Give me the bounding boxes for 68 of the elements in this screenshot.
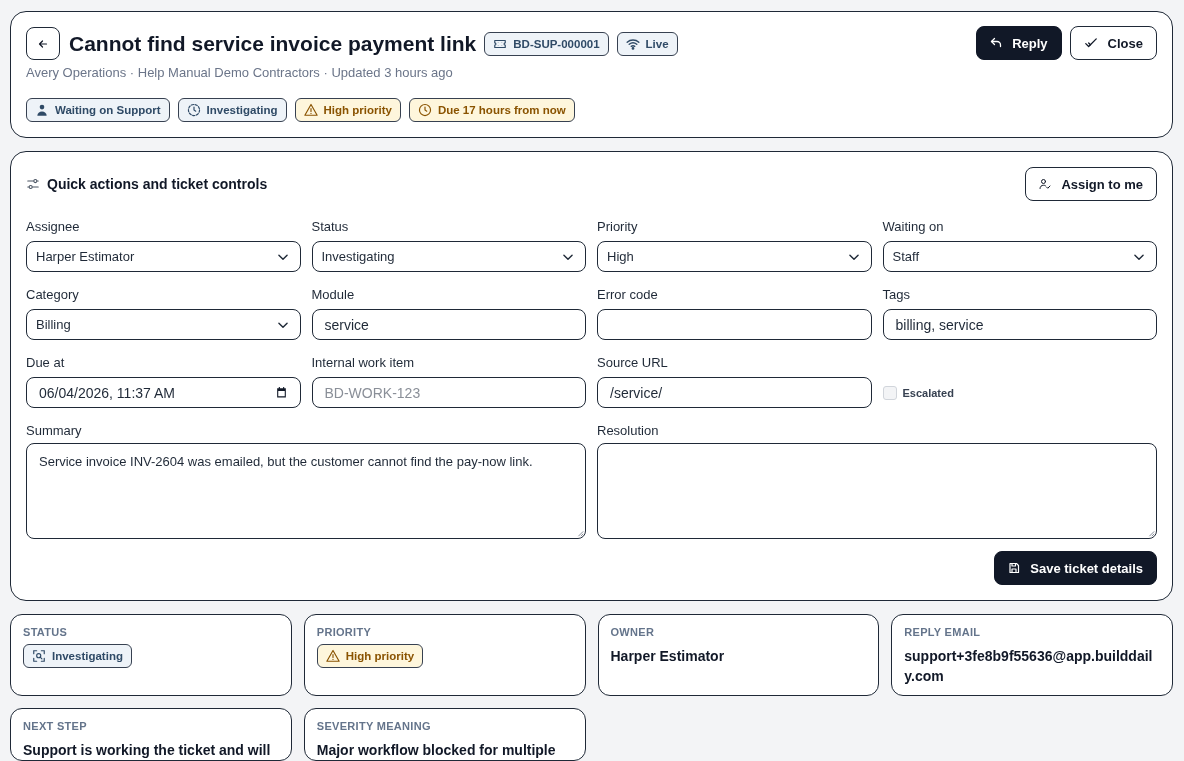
dropdown-field[interactable]: Billing xyxy=(26,309,301,340)
summary-value: Harper Estimator xyxy=(610,647,725,666)
check-icon xyxy=(1083,36,1098,50)
field-label: Assignee xyxy=(26,218,81,236)
summary-label: REPLY EMAIL xyxy=(904,626,981,638)
wifi-icon xyxy=(625,36,640,51)
resize-grip-icon xyxy=(1147,529,1155,537)
summary-label: OWNER xyxy=(610,626,655,638)
reply-arrow-icon xyxy=(990,37,1003,49)
dropdown-field[interactable]: Staff xyxy=(882,241,1157,272)
reply-button[interactable]: Reply xyxy=(976,26,1062,60)
dropdown-field[interactable]: Investigating xyxy=(311,241,586,272)
field-label: Module xyxy=(311,286,356,304)
summary-label: STATUS xyxy=(23,626,68,638)
field-label: Resolution xyxy=(597,422,660,440)
sliders-icon xyxy=(26,177,40,191)
text-field[interactable]: billing, service xyxy=(882,309,1157,340)
field-label: Due at xyxy=(26,354,66,372)
clock-icon xyxy=(417,103,432,117)
tag-text: High priority xyxy=(345,650,415,662)
user-check-icon xyxy=(1039,178,1052,190)
warning-icon xyxy=(303,103,318,117)
back-arrow-icon xyxy=(37,37,49,50)
ticket-title: Cannot find service invoice payment link xyxy=(69,31,477,56)
field-label: Status xyxy=(311,218,350,236)
summary-value: support+3fe8b9f55636@app.builddaily.com xyxy=(904,647,1154,686)
scan-search-icon xyxy=(32,649,46,663)
text-field[interactable]: service xyxy=(311,309,586,340)
ticket-id-text: BD-SUP-000001 xyxy=(513,37,600,50)
close-button[interactable]: Close xyxy=(1069,26,1157,60)
text-area-field[interactable]: Service invoice INV-2604 was emailed, but the customer cannot find the pay-now link. xyxy=(26,443,586,539)
field-label: Source URL xyxy=(597,354,669,372)
assign-to-me-button[interactable]: Assign to me xyxy=(1025,167,1157,201)
checkbox-label: Escalated xyxy=(902,386,954,399)
text-field[interactable] xyxy=(597,309,872,340)
field-label: Error code xyxy=(597,286,659,304)
summary-label: PRIORITY xyxy=(316,626,372,638)
field-label: Waiting on xyxy=(882,218,945,236)
tag-text: High priority xyxy=(323,104,392,116)
summary-label: SEVERITY MEANING xyxy=(316,720,431,732)
text-area-field[interactable] xyxy=(597,443,1157,539)
tag-text: Investigating xyxy=(206,104,278,116)
panel-title: Quick actions and ticket controls xyxy=(47,176,268,192)
person-icon xyxy=(35,103,49,117)
ticket-subtitle: Avery Operations · Help Manual Demo Contractors · Updated 3 hours ago xyxy=(26,65,454,80)
dashed-clock-icon xyxy=(186,103,201,117)
warning-icon xyxy=(325,649,340,663)
text-field[interactable]: /service/ xyxy=(597,377,872,408)
tag-text: Due 17 hours from now xyxy=(437,104,566,116)
summary-value: Major workflow blocked for multiple xyxy=(316,741,556,760)
field-label: Internal work item xyxy=(311,354,416,372)
field-label: Tags xyxy=(882,286,911,304)
calendar-icon xyxy=(274,386,288,399)
field-label: Category xyxy=(26,286,80,304)
tag-text: Investigating xyxy=(52,650,123,662)
tag-text: Waiting on Support xyxy=(55,104,161,116)
live-text: Live xyxy=(645,37,669,50)
date-time-field[interactable]: 06/04/2026, 11:37 AM xyxy=(26,377,301,408)
dropdown-field[interactable]: High xyxy=(597,241,872,272)
summary-value: Support is working the ticket and will xyxy=(23,741,271,760)
save-button[interactable]: Save ticket details xyxy=(994,551,1157,585)
field-label: Priority xyxy=(597,218,639,236)
back-button[interactable] xyxy=(26,27,60,60)
resize-grip-icon xyxy=(576,529,584,537)
summary-label: NEXT STEP xyxy=(23,720,87,732)
checkbox[interactable] xyxy=(882,385,897,400)
dropdown-field[interactable]: Harper Estimator xyxy=(26,241,301,272)
field-label: Summary xyxy=(26,422,83,440)
